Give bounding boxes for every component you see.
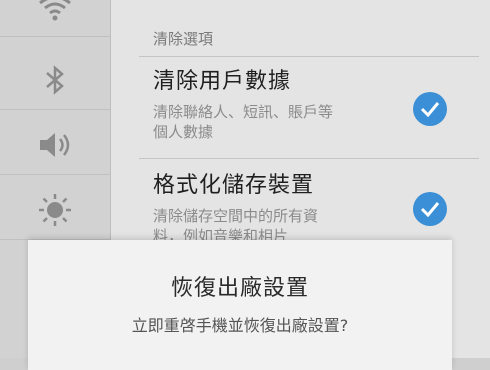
check-icon	[420, 102, 440, 117]
sidebar-item-brightness[interactable]	[0, 181, 110, 240]
option-description-line: 清除聯絡人、短訊、賬戶等	[153, 103, 334, 121]
section-divider	[139, 56, 479, 57]
wifi-icon	[39, 0, 71, 21]
checkbox-format-storage[interactable]	[413, 192, 447, 226]
checkbox-clear-user-data[interactable]	[413, 92, 447, 126]
dialog-message: 立即重啓手機並恢復出廠設置?	[131, 316, 349, 335]
option-divider	[139, 158, 479, 159]
sidebar-item-volume[interactable]	[0, 116, 110, 175]
factory-reset-dialog: 恢復出廠設置 立即重啓手機並恢復出廠設置?	[28, 240, 452, 370]
option-title: 清除用戶數據	[153, 69, 292, 94]
sidebar-item-wifi[interactable]	[0, 0, 110, 37]
option-description: 清除聯絡人、短訊、賬戶等 個人數據	[153, 102, 413, 142]
option-description-line: 個人數據	[153, 123, 214, 141]
bluetooth-icon	[46, 65, 64, 95]
option-clear-user-data[interactable]: 清除用戶數據 清除聯絡人、短訊、賬戶等 個人數據	[153, 68, 413, 142]
brightness-icon	[39, 194, 71, 226]
sidebar-item-bluetooth[interactable]	[0, 51, 110, 110]
section-header: 清除選項	[153, 30, 214, 48]
dialog-title: 恢復出廠設置	[170, 276, 309, 301]
option-title: 格式化儲存裝置	[153, 173, 315, 198]
check-icon	[420, 202, 440, 217]
volume-icon	[40, 133, 70, 157]
option-format-storage[interactable]: 格式化儲存裝置 清除儲存空間中的所有資 料，例如音樂和相片	[153, 172, 413, 246]
option-description-line: 清除儲存空間中的所有資	[153, 207, 319, 225]
